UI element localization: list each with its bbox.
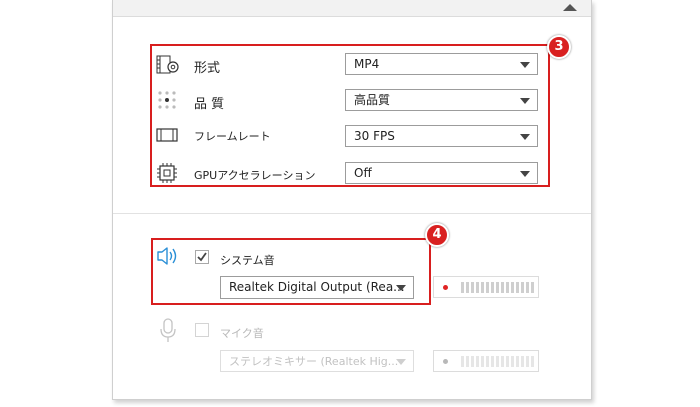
microphone-icon (160, 318, 176, 342)
level-indicator-dot (443, 359, 448, 364)
recording-settings-panel: 形式 MP4 品 質 高品質 フレームレート 30 FPS GPUアクセラレーシ… (112, 0, 592, 400)
step-badge-4: 4 (425, 223, 449, 247)
mic-sound-label: マイク音 (220, 327, 264, 340)
mic-sound-checkbox[interactable] (195, 323, 209, 337)
step-badge-3: 3 (547, 35, 571, 59)
chevron-down-icon (396, 359, 406, 365)
mic-level-meter (433, 350, 539, 372)
mic-device-select[interactable]: ステレオミキサー (Realtek Hig... (220, 350, 414, 372)
level-bars (461, 356, 534, 367)
level-indicator-dot (443, 285, 448, 290)
video-settings-highlight (150, 44, 550, 187)
audio-settings-highlight (151, 238, 431, 305)
mic-device: ステレオミキサー (Realtek Hig... (229, 355, 399, 368)
level-bars (461, 282, 534, 293)
panel-header (113, 0, 591, 17)
section-divider (113, 213, 591, 214)
collapse-arrow-icon[interactable] (563, 4, 577, 11)
system-sound-level-meter (433, 276, 539, 298)
